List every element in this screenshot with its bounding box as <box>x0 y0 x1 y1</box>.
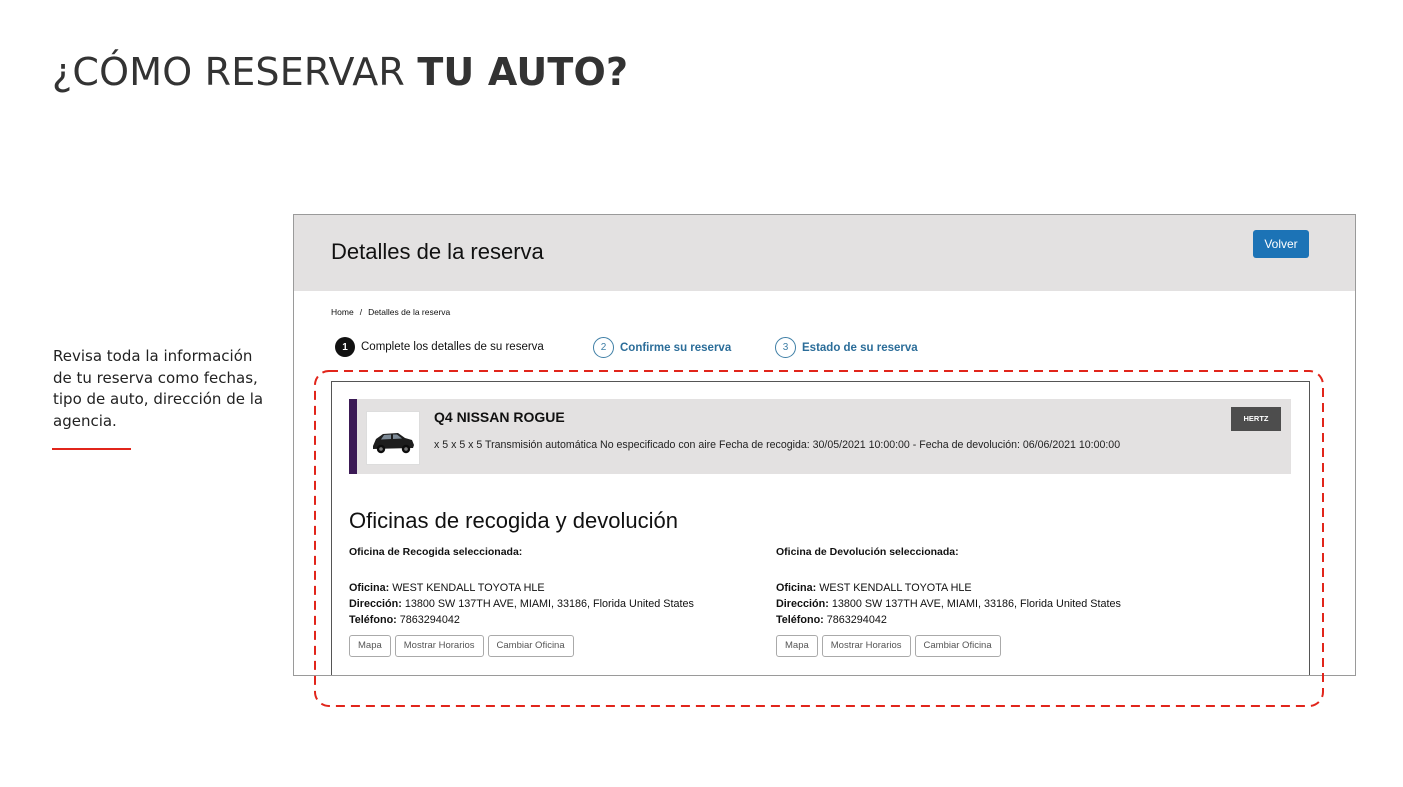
panel-header: Detalles de la reserva Volver <box>294 215 1355 291</box>
suv-car-icon <box>366 411 420 465</box>
pickup-office-address: Dirección: 13800 SW 137TH AVE, MIAMI, 33… <box>349 598 694 611</box>
return-office: Oficina de Devolución seleccionada: Ofic… <box>776 546 1176 657</box>
pickup-office: Oficina de Recogida seleccionada: Oficin… <box>349 546 749 657</box>
step-1: 1 Complete los detalles de su reserva <box>335 337 544 357</box>
offices-section-title: Oficinas de recogida y devolución <box>349 508 678 533</box>
side-note: Revisa toda la información de tu reserva… <box>53 347 264 430</box>
return-office-phone: Teléfono: 7863294042 <box>776 614 887 627</box>
step-label: Estado de su reserva <box>802 341 918 354</box>
page-title: Detalles de la reserva <box>331 239 544 264</box>
booking-details-screenshot: Detalles de la reserva Volver Home / Detal… <box>293 214 1356 676</box>
slide-title: ¿CÓMO RESERVAR TU AUTO? <box>52 50 628 94</box>
step-3[interactable]: 3 Estado de su reserva <box>775 337 918 358</box>
step-label: Complete los detalles de su reserva <box>361 341 544 353</box>
step-2[interactable]: 2 Confirme su reserva <box>593 337 731 358</box>
slide-title-bold: TU AUTO? <box>417 50 629 94</box>
return-office-name: Oficina: WEST KENDALL TOYOTA HLE <box>776 582 972 594</box>
return-office-address: Dirección: 13800 SW 137TH AVE, MIAMI, 33… <box>776 598 1121 611</box>
pickup-map-button[interactable]: Mapa <box>349 634 391 657</box>
pickup-change-office-button[interactable]: Cambiar Oficina <box>487 634 574 657</box>
step-label: Confirme su reserva <box>620 341 732 354</box>
reservation-summary-box: Q4 NISSAN ROGUE x 5 x 5 x 5 Transmisión … <box>331 381 1310 675</box>
pickup-office-heading: Oficina de Recogida seleccionada: <box>349 546 523 558</box>
return-office-heading: Oficina de Devolución seleccionada: <box>776 546 959 558</box>
breadcrumb: Home / Detalles de la reserva <box>331 307 450 317</box>
return-change-office-button[interactable]: Cambiar Oficina <box>914 634 1001 657</box>
step-number: 3 <box>775 337 796 358</box>
breadcrumb-separator: / <box>359 307 363 317</box>
back-button[interactable]: Volver <box>1253 230 1309 258</box>
step-number: 1 <box>335 337 355 357</box>
car-card: Q4 NISSAN ROGUE x 5 x 5 x 5 Transmisión … <box>349 399 1291 474</box>
provider-badge: HERTZ <box>1231 407 1281 431</box>
return-show-hours-button[interactable]: Mostrar Horarios <box>821 634 911 657</box>
return-map-button[interactable]: Mapa <box>776 634 818 657</box>
car-name: Q4 NISSAN ROGUE <box>434 409 565 425</box>
car-description: x 5 x 5 x 5 Transmisión automática No es… <box>434 439 1121 451</box>
car-card-accent <box>349 399 357 474</box>
step-number: 2 <box>593 337 614 358</box>
slide-title-light: ¿CÓMO RESERVAR <box>52 50 418 94</box>
pickup-office-name: Oficina: WEST KENDALL TOYOTA HLE <box>349 582 545 594</box>
accent-underline <box>52 448 131 450</box>
breadcrumb-current: Detalles de la reserva <box>368 307 451 317</box>
breadcrumb-home[interactable]: Home <box>331 307 354 317</box>
pickup-office-phone: Teléfono: 7863294042 <box>349 614 460 627</box>
pickup-show-hours-button[interactable]: Mostrar Horarios <box>394 634 484 657</box>
